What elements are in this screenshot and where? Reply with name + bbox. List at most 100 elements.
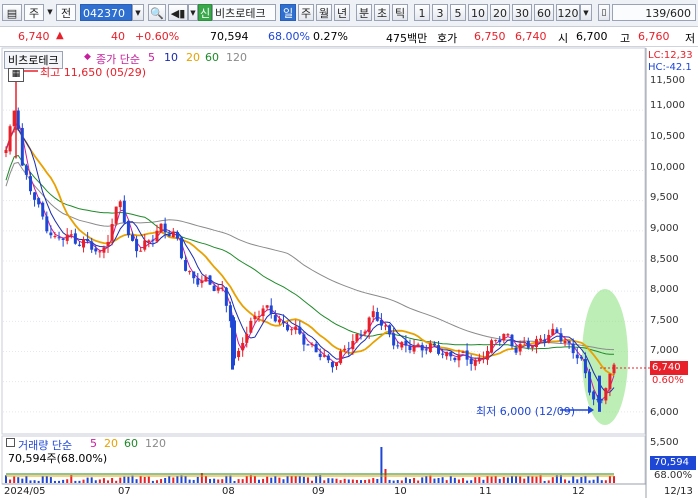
- candlestick-chart[interactable]: [0, 47, 698, 498]
- candle-body: [367, 317, 371, 333]
- candle-body: [143, 240, 147, 250]
- volume-bar: [209, 478, 212, 483]
- interval-1-button[interactable]: 1: [414, 4, 430, 21]
- candle-body: [163, 223, 167, 233]
- volume-bar: [127, 476, 130, 483]
- interval-5-button[interactable]: 5: [450, 4, 466, 21]
- candle-body: [130, 234, 134, 241]
- volume-bar: [613, 476, 615, 483]
- volume-bar: [151, 480, 154, 483]
- candle-body: [273, 315, 277, 322]
- volume-bar: [78, 480, 81, 483]
- volume-bar: [604, 480, 607, 483]
- page-count-field[interactable]: 139/600: [612, 4, 696, 21]
- type-select[interactable]: 전: [56, 4, 76, 21]
- period-tick-button[interactable]: 틱: [392, 4, 408, 21]
- candle-body: [469, 358, 473, 365]
- interval-10-button[interactable]: 10: [468, 4, 488, 21]
- volume-bar: [49, 477, 52, 483]
- candle-body: [481, 358, 485, 360]
- candle-body: [506, 334, 510, 336]
- volume-bar: [453, 477, 456, 483]
- period-second-button[interactable]: 초: [374, 4, 390, 21]
- chevron-down-icon[interactable]: ▼: [46, 4, 54, 21]
- volume-bar: [274, 476, 277, 483]
- stock-code-input[interactable]: 042370: [80, 4, 132, 21]
- candle-body: [486, 350, 490, 360]
- candle-body: [400, 342, 404, 348]
- candle-body: [571, 343, 575, 354]
- volume-bar: [306, 477, 309, 483]
- interval-120-button[interactable]: 120: [556, 4, 580, 21]
- candle-body: [330, 361, 334, 368]
- candle-body: [4, 149, 8, 154]
- volume-bar: [404, 477, 407, 483]
- volume-bar: [449, 475, 452, 483]
- volume-bar: [33, 480, 36, 483]
- candle-body: [94, 248, 98, 252]
- ma5-legend: 5: [148, 51, 155, 64]
- search-icon[interactable]: 🔍: [148, 4, 166, 21]
- candle-body: [310, 343, 314, 345]
- interval-dropdown-icon[interactable]: ▼: [580, 4, 592, 21]
- volume-bar: [474, 477, 477, 483]
- volume-bar: [90, 477, 93, 483]
- y-tick: 10,500: [650, 131, 685, 142]
- chart-menu-icon[interactable]: ▤: [2, 4, 22, 21]
- volume-bar: [135, 479, 138, 483]
- interval-20-button[interactable]: 20: [490, 4, 510, 21]
- volume-marker: [6, 437, 15, 450]
- hc-label: HC:-42.1: [648, 62, 692, 73]
- market-select[interactable]: 주: [24, 4, 44, 21]
- interval-30-button[interactable]: 30: [512, 4, 532, 21]
- period-year-button[interactable]: 년: [334, 4, 350, 21]
- code-dropdown-icon[interactable]: ▼: [132, 4, 144, 21]
- period-day-button[interactable]: 일: [280, 4, 296, 21]
- y-tick: 5,500: [650, 437, 679, 448]
- period-month-button[interactable]: 월: [316, 4, 332, 21]
- candle-body: [604, 388, 608, 401]
- bid-price: 6,740: [515, 30, 547, 43]
- interval-3-button[interactable]: 3: [432, 4, 448, 21]
- candle-body: [375, 311, 379, 321]
- speaker-icon[interactable]: ◀▮: [168, 4, 188, 21]
- volume-bar: [164, 477, 167, 483]
- period-week-button[interactable]: 주: [298, 4, 314, 21]
- volume-bar: [53, 480, 56, 483]
- volume-bar: [441, 477, 444, 483]
- scroll-left-icon[interactable]: ▯: [598, 4, 610, 21]
- y-tick: 7,000: [650, 345, 679, 356]
- candle-body: [220, 287, 224, 289]
- candle-body: [379, 320, 383, 326]
- highlight-ellipse: [582, 289, 628, 425]
- volume-bar: [588, 480, 591, 483]
- candle-body: [339, 351, 343, 364]
- current-pct-tag: 0.60%: [652, 375, 684, 386]
- candle-body: [416, 344, 420, 347]
- y-tick: 9,500: [650, 192, 679, 203]
- volume-bar: [355, 480, 358, 483]
- interval-60-button[interactable]: 60: [534, 4, 554, 21]
- volume-bar: [111, 478, 114, 483]
- volume-bar: [94, 480, 97, 483]
- grid-toggle-icon[interactable]: ▦: [8, 68, 24, 82]
- candle-body: [237, 350, 241, 358]
- volume-bar: [98, 479, 101, 483]
- candle-body: [473, 359, 477, 366]
- volume-bar: [592, 479, 595, 483]
- volume-bar: [74, 480, 77, 483]
- volume-bar: [531, 476, 534, 483]
- volume-bar: [21, 478, 24, 483]
- candle-body: [530, 346, 534, 348]
- volume-note: 70,594주(68.00%): [8, 452, 108, 465]
- volume-bar: [266, 476, 269, 483]
- volume-bar: [576, 479, 579, 483]
- volume-bar: [413, 477, 416, 483]
- candle-body: [314, 343, 318, 353]
- candle-body: [522, 341, 526, 343]
- candle-body: [151, 239, 155, 241]
- candle-body: [86, 238, 90, 242]
- volume-bar: [45, 475, 48, 483]
- speaker-dropdown-icon[interactable]: ▼: [188, 4, 198, 21]
- period-minute-button[interactable]: 분: [356, 4, 372, 21]
